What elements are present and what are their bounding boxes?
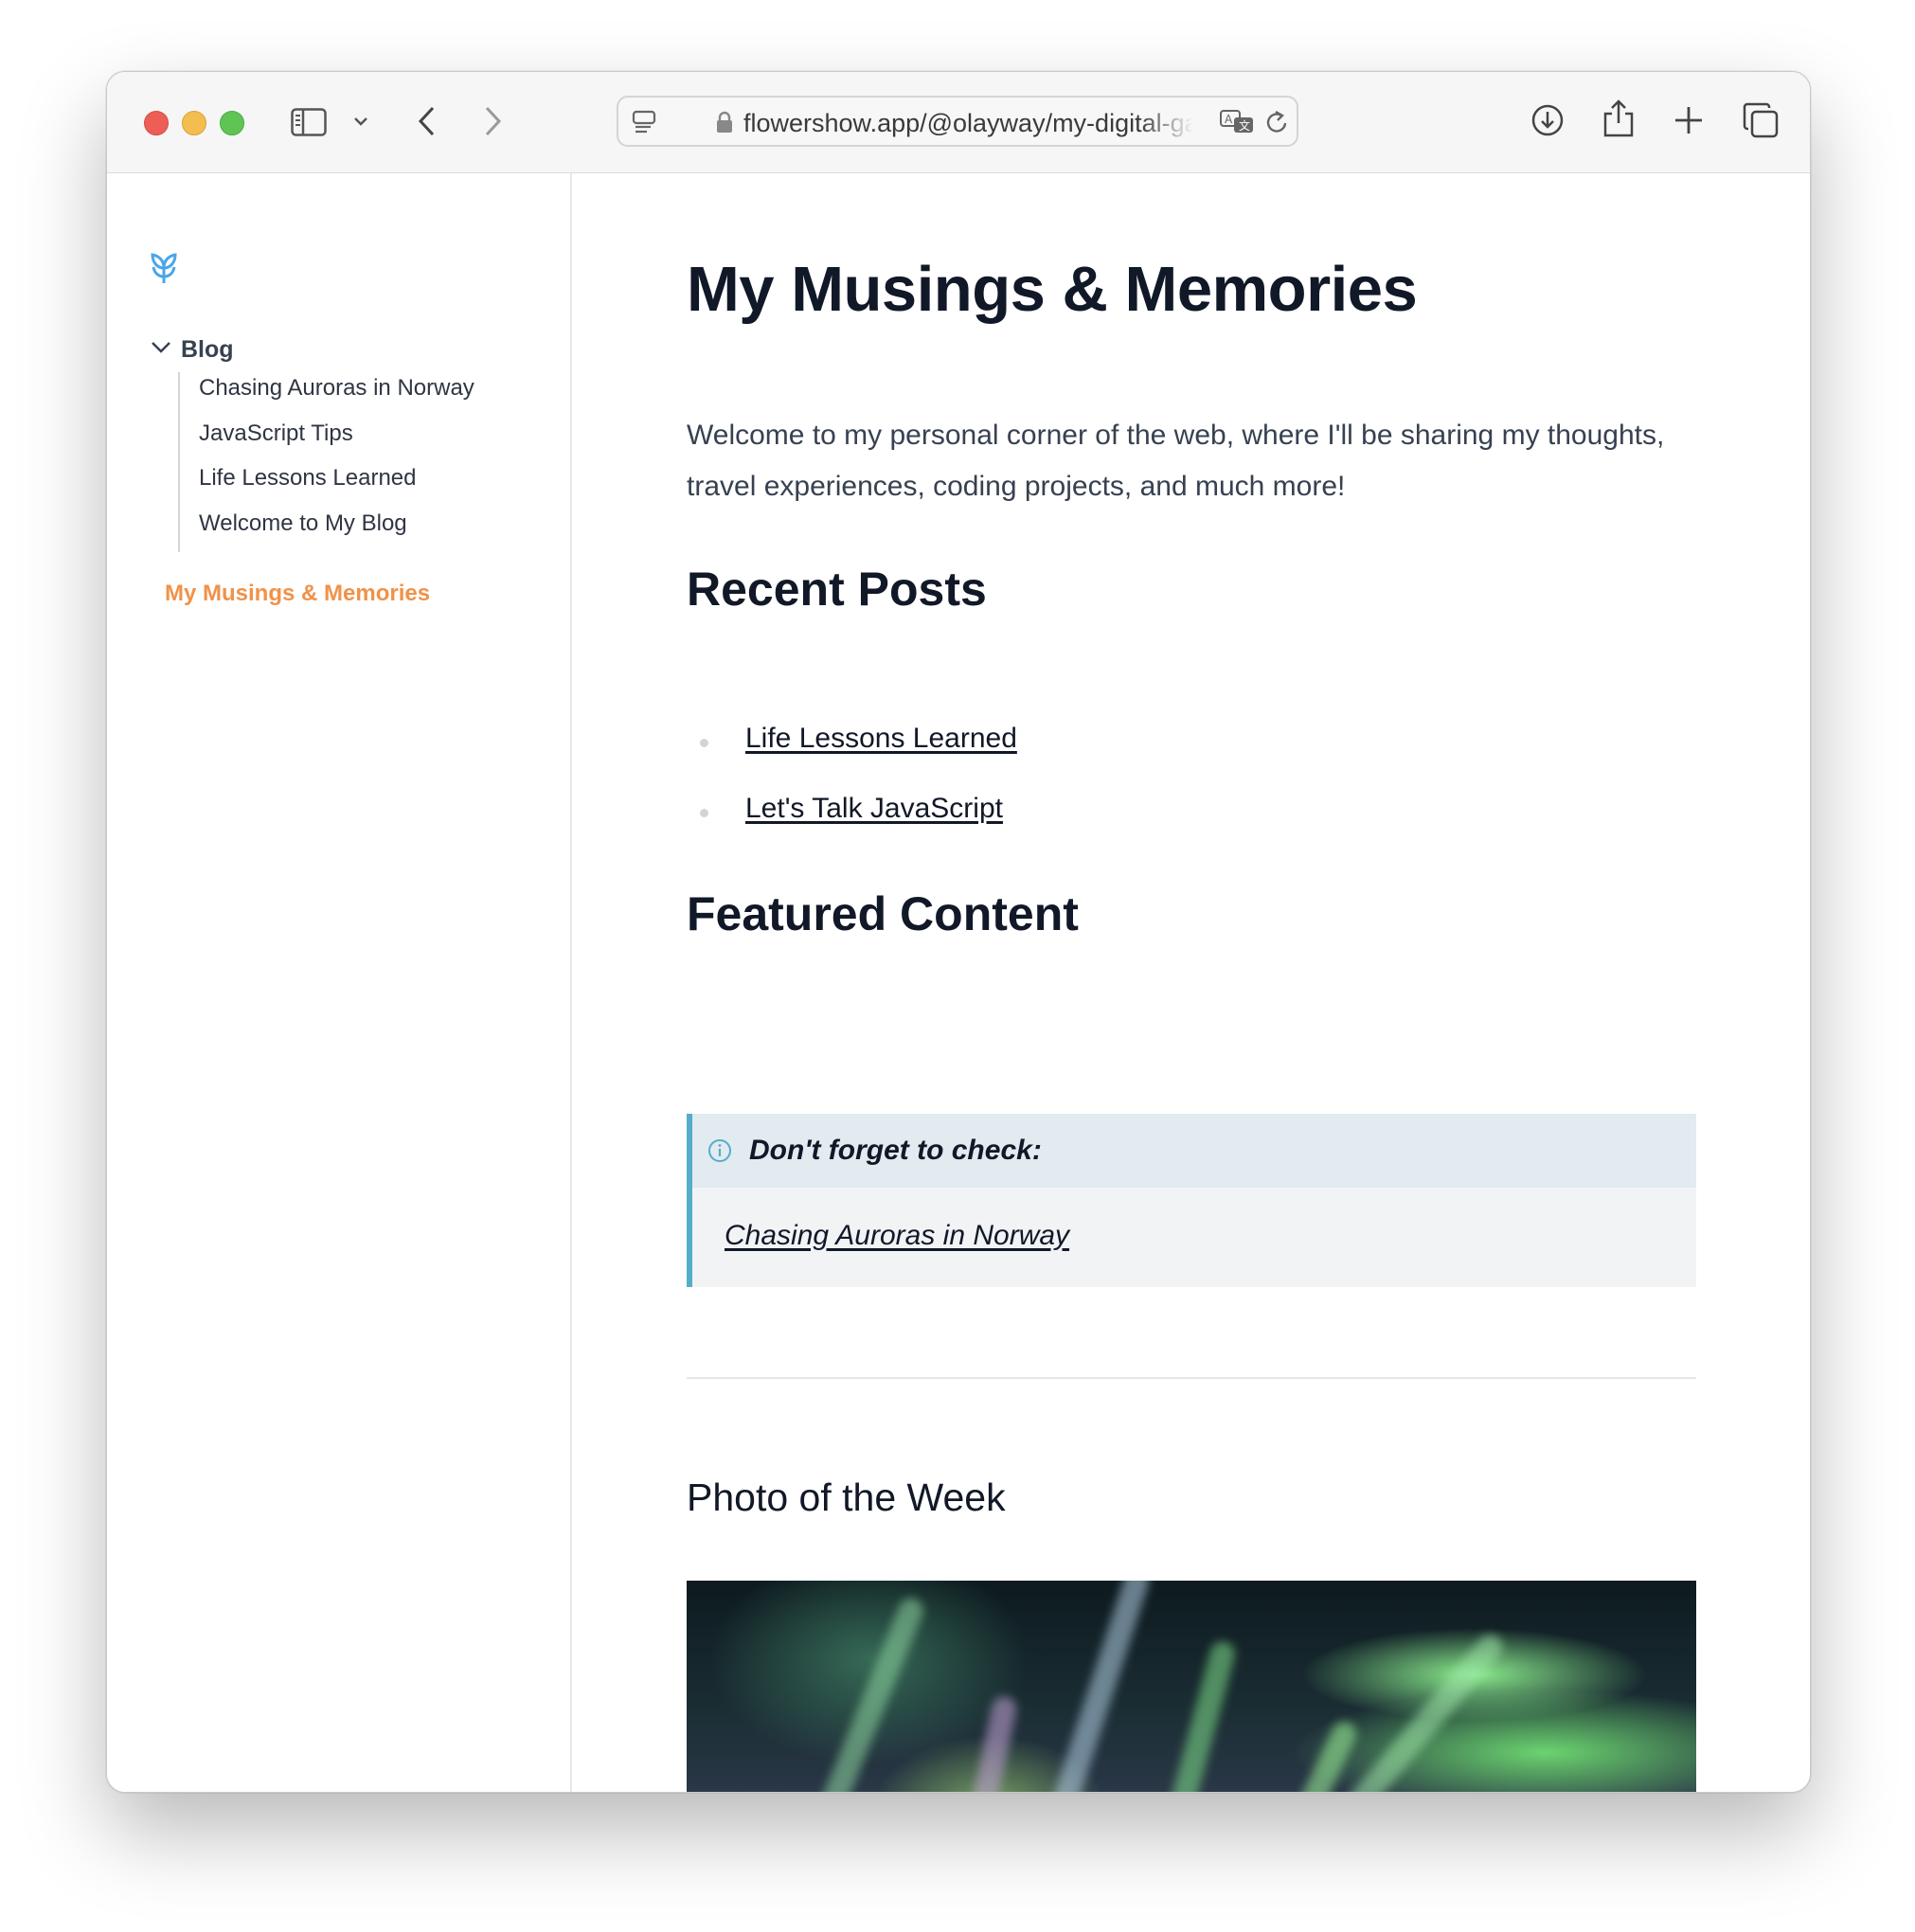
zoom-window-button[interactable]	[220, 111, 244, 135]
url-text[interactable]: flowershow.app/@olayway/my-digital-garde…	[743, 109, 1193, 138]
intro-paragraph: Welcome to my personal corner of the web…	[687, 420, 1665, 502]
recent-posts-heading: Recent Posts	[687, 563, 987, 616]
sidebar-item-javascript-tips[interactable]: JavaScript Tips	[199, 418, 540, 463]
forward-icon[interactable]	[477, 102, 510, 140]
callout-header: Don't forget to check:	[692, 1114, 1696, 1188]
sidebar-icon[interactable]	[290, 103, 328, 141]
divider	[687, 1377, 1696, 1379]
svg-text:文: 文	[1239, 118, 1250, 133]
recent-posts-list: Life Lessons Learned Let's Talk JavaScri…	[687, 723, 1017, 863]
sidebar-item-welcome[interactable]: Welcome to My Blog	[199, 508, 540, 553]
sidebar-blog-list: Chasing Auroras in Norway JavaScript Tip…	[178, 372, 540, 552]
site-sidebar: Blog Chasing Auroras in Norway JavaScrip…	[107, 173, 572, 1792]
callout-title: Don't forget to check:	[749, 1135, 1042, 1166]
tabs-overview-icon[interactable]	[1742, 101, 1780, 139]
page-menu-icon[interactable]	[630, 107, 658, 135]
sidebar-item-chasing-auroras[interactable]: Chasing Auroras in Norway	[199, 372, 540, 418]
translate-icon[interactable]: A文	[1219, 108, 1257, 136]
chevron-down-icon[interactable]	[349, 110, 372, 133]
main-content: My Musings & Memories Welcome to my pers…	[571, 173, 1810, 1792]
list-item: Let's Talk JavaScript	[687, 793, 1017, 863]
info-callout: Don't forget to check: Chasing Auroras i…	[687, 1114, 1696, 1287]
download-icon[interactable]	[1528, 100, 1567, 140]
callout-body: Chasing Auroras in Norway	[725, 1220, 1069, 1252]
aurora-photo	[687, 1581, 1696, 1792]
share-icon[interactable]	[1599, 97, 1638, 140]
flowershow-logo-icon[interactable]	[150, 249, 178, 290]
browser-window: flowershow.app/@olayway/my-digital-garde…	[106, 71, 1811, 1793]
browser-toolbar: flowershow.app/@olayway/my-digital-garde…	[107, 72, 1810, 173]
sidebar-folder-label: Blog	[181, 336, 234, 363]
photo-of-the-week-heading: Photo of the Week	[687, 1476, 1006, 1519]
chevron-down-icon	[151, 341, 171, 359]
new-tab-icon[interactable]	[1671, 102, 1707, 138]
close-window-button[interactable]	[144, 111, 169, 135]
reload-icon[interactable]	[1262, 108, 1291, 136]
info-icon	[707, 1138, 732, 1163]
address-bar[interactable]: flowershow.app/@olayway/my-digital-garde…	[617, 96, 1298, 147]
sidebar-item-current-page[interactable]: My Musings & Memories	[165, 581, 430, 607]
sidebar-item-life-lessons[interactable]: Life Lessons Learned	[199, 462, 540, 508]
list-item: Life Lessons Learned	[687, 723, 1017, 793]
callout-link-chasing-auroras[interactable]: Chasing Auroras in Norway	[725, 1220, 1069, 1251]
minimize-window-button[interactable]	[182, 111, 206, 135]
lock-icon	[713, 110, 736, 134]
post-link-lets-talk-javascript[interactable]: Let's Talk JavaScript	[745, 793, 1003, 824]
page-title: My Musings & Memories	[687, 254, 1418, 325]
svg-text:A: A	[1225, 113, 1233, 126]
featured-content-heading: Featured Content	[687, 887, 1079, 940]
back-icon[interactable]	[410, 102, 442, 140]
post-link-life-lessons[interactable]: Life Lessons Learned	[745, 723, 1017, 754]
sidebar-folder-blog[interactable]: Blog	[151, 336, 234, 364]
